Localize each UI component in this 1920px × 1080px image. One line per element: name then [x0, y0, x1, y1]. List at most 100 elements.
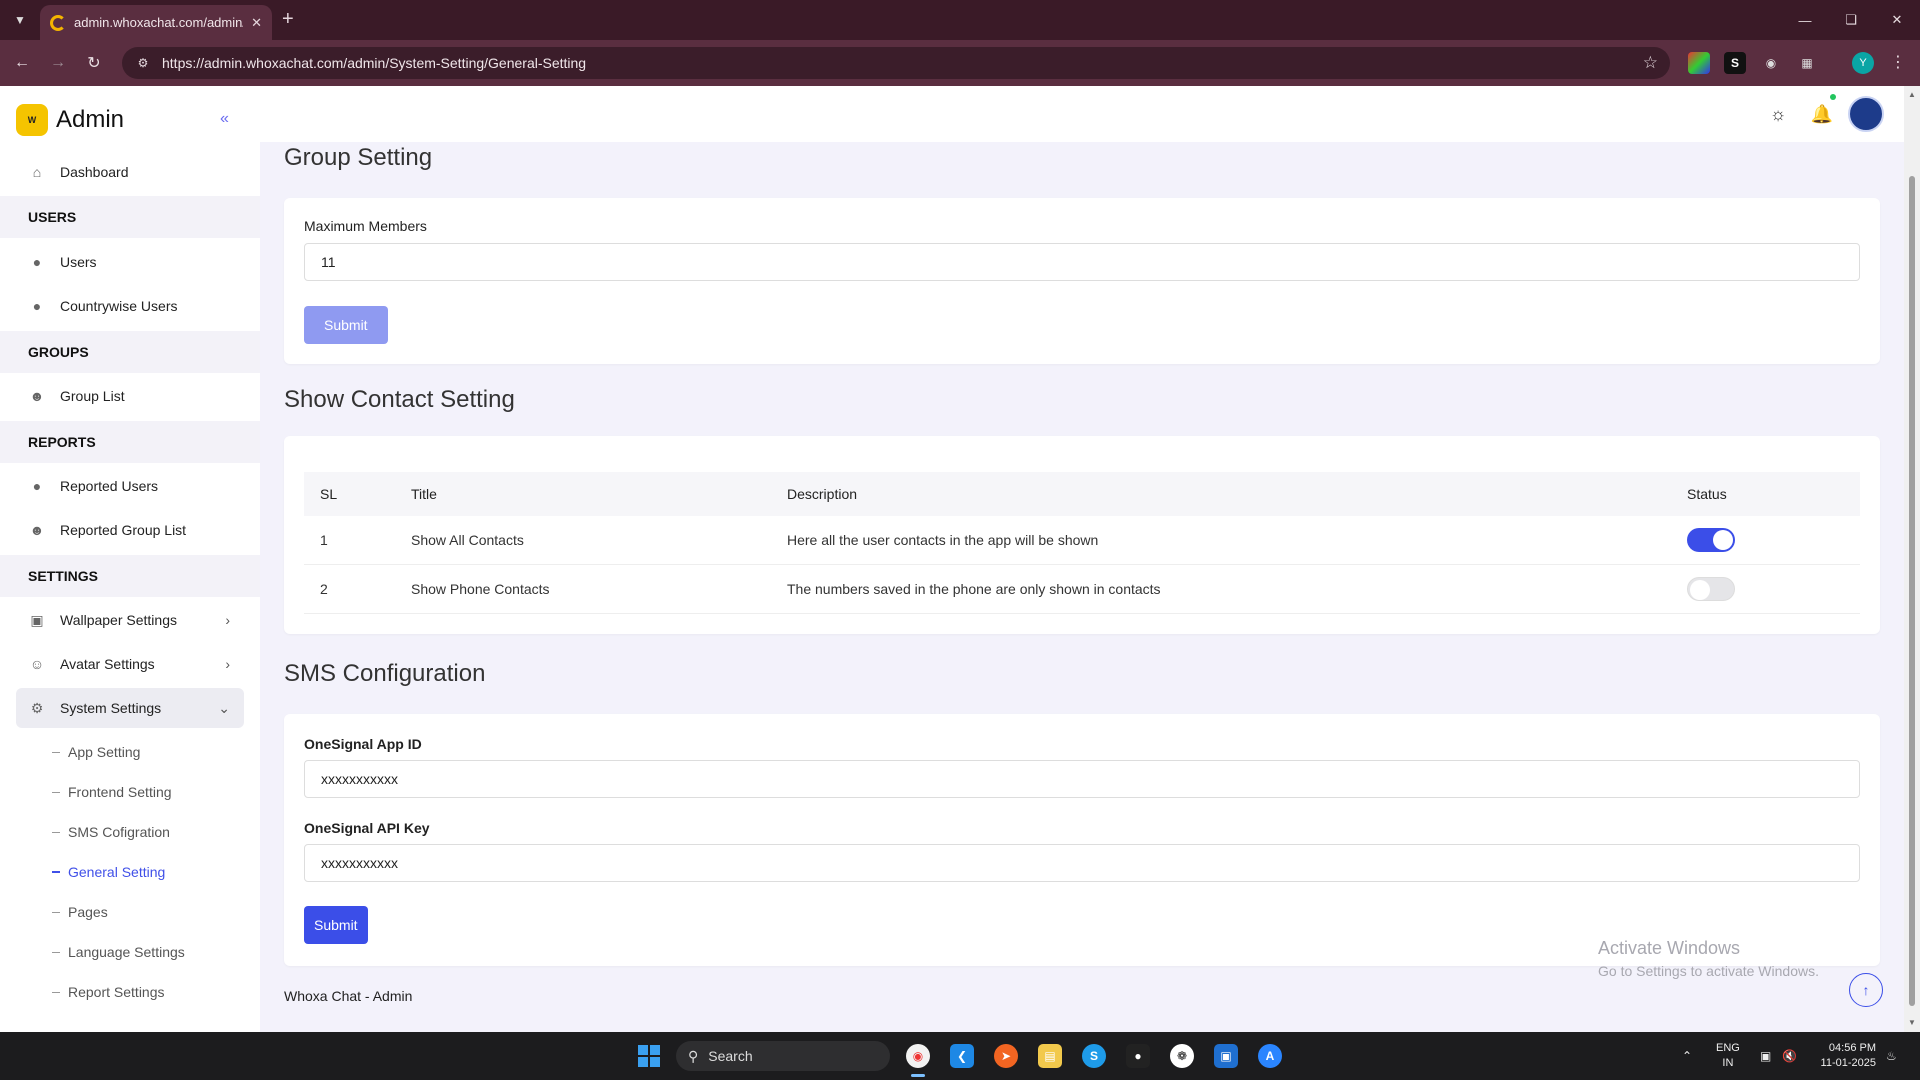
table-row: 1 Show All Contacts Here all the user co…	[304, 516, 1860, 565]
sidebar-item-label: Dashboard	[60, 164, 129, 180]
postman-app-icon[interactable]: ➤	[994, 1044, 1018, 1068]
sub-item-label: Report Settings	[68, 984, 165, 1000]
extension-glasses-icon[interactable]: ◉	[1760, 52, 1782, 74]
sub-item-frontend-setting[interactable]: Frontend Setting	[52, 780, 172, 804]
dash-icon	[52, 871, 60, 873]
admin-avatar[interactable]	[1848, 96, 1884, 132]
notifications-bell-icon[interactable]: ♨	[1886, 1032, 1897, 1080]
sidebar-item-users[interactable]: ● Users	[16, 242, 244, 282]
address-bar[interactable]: ⚙ https://admin.whoxachat.com/admin/Syst…	[122, 47, 1670, 79]
sub-item-label: Pages	[68, 904, 108, 920]
tray-overflow-chevron-icon[interactable]: ⌃	[1682, 1032, 1692, 1080]
back-arrow-icon[interactable]: ←	[10, 51, 34, 75]
wallpaper-icon: ▣	[30, 611, 44, 628]
restore-icon[interactable]: ❏	[1828, 0, 1874, 40]
sidebar-item-reported-users[interactable]: ● Reported Users	[16, 466, 244, 506]
extensions-puzzle-icon[interactable]: ▦	[1796, 52, 1818, 74]
forward-arrow-icon[interactable]: →	[46, 51, 70, 75]
tab-search-chevron-icon[interactable]: ▼	[8, 8, 32, 32]
window-controls: — ❏ ✕	[1782, 0, 1920, 40]
skype-app-icon[interactable]: S	[1082, 1044, 1106, 1068]
sidebar-item-countrywise-users[interactable]: ● Countrywise Users	[16, 286, 244, 326]
show-all-contacts-toggle[interactable]	[1687, 528, 1735, 552]
site-info-icon[interactable]: ⚙	[134, 54, 152, 72]
window-close-icon[interactable]: ✕	[1874, 0, 1920, 40]
volume-muted-icon[interactable]: 🔇	[1782, 1032, 1797, 1080]
minimize-icon[interactable]: —	[1782, 0, 1828, 40]
bookmark-star-icon[interactable]: ☆	[1643, 53, 1658, 73]
sidebar-item-dashboard[interactable]: ⌂ Dashboard	[16, 152, 244, 192]
show-phone-contacts-toggle[interactable]	[1687, 577, 1735, 601]
chevron-right-icon: ›	[225, 612, 230, 628]
windows-start-icon[interactable]	[638, 1045, 660, 1067]
tab-close-icon[interactable]: ✕	[251, 15, 262, 31]
page-scrollbar[interactable]: ▲ ▼	[1904, 86, 1920, 1032]
cell-description: The numbers saved in the phone are only …	[787, 581, 1161, 597]
scrollbar-thumb[interactable]	[1909, 176, 1915, 1006]
sidebar-item-wallpaper-settings[interactable]: ▣ Wallpaper Settings ›	[16, 600, 244, 640]
sub-item-sms-configuration[interactable]: SMS Cofigration	[52, 820, 170, 844]
profile-avatar[interactable]: Y	[1852, 52, 1874, 74]
sub-item-report-settings[interactable]: Report Settings	[52, 980, 165, 1004]
sidebar-item-label: Wallpaper Settings	[60, 612, 177, 628]
user-icon: ●	[32, 298, 42, 314]
cell-status	[1687, 577, 1860, 601]
sidebar-item-avatar-settings[interactable]: ☺ Avatar Settings ›	[16, 644, 244, 684]
group-icon: ☻	[29, 522, 45, 538]
chrome-app-icon[interactable]: ◉	[906, 1044, 930, 1068]
sub-item-language-settings[interactable]: Language Settings	[52, 940, 185, 964]
onesignal-api-key-input[interactable]: xxxxxxxxxxx	[304, 844, 1860, 882]
network-icon[interactable]: ▣	[1760, 1032, 1771, 1080]
browser-menu-icon[interactable]: ⋮	[1890, 52, 1906, 72]
extension-s-icon[interactable]: S	[1724, 52, 1746, 74]
system-clock[interactable]: 04:56 PM 11-01-2025	[1812, 1041, 1876, 1071]
theme-sun-icon[interactable]: ☼	[1762, 98, 1794, 130]
scroll-down-arrow-icon[interactable]: ▼	[1908, 1018, 1916, 1027]
chatgpt-app-icon[interactable]: ❁	[1170, 1044, 1194, 1068]
toggle-knob	[1690, 580, 1710, 600]
sidebar-item-group-list[interactable]: ☻ Group List	[16, 376, 244, 416]
sub-item-pages[interactable]: Pages	[52, 900, 108, 924]
sidebar-item-reported-group-list[interactable]: ☻ Reported Group List	[16, 510, 244, 550]
sub-item-app-setting[interactable]: App Setting	[52, 740, 140, 764]
new-tab-plus-icon[interactable]: +	[282, 9, 294, 29]
taskbar-search-label: Search	[708, 1048, 753, 1064]
sidebar-item-label: Avatar Settings	[60, 656, 155, 672]
browser-tab-active[interactable]: admin.whoxachat.com/admin/S ✕	[40, 5, 272, 40]
file-explorer-icon[interactable]: ▤	[1038, 1044, 1062, 1068]
onesignal-api-key-label: OneSignal API Key	[304, 820, 430, 836]
scroll-up-arrow-icon[interactable]: ▲	[1908, 90, 1916, 99]
maximum-members-input[interactable]: 11	[304, 243, 1860, 281]
whoxa-logo-icon: W	[16, 104, 48, 136]
sms-submit-button[interactable]: Submit	[304, 906, 368, 944]
region-code: IN	[1722, 1057, 1734, 1069]
sms-config-heading: SMS Configuration	[284, 660, 486, 687]
scroll-to-top-arrow-icon[interactable]: ↑	[1849, 973, 1883, 1007]
extension-color-icon[interactable]	[1688, 52, 1710, 74]
window-app-icon[interactable]: ▣	[1214, 1044, 1238, 1068]
vscode-app-icon[interactable]: ❮	[950, 1044, 974, 1068]
sidebar-item-system-settings[interactable]: ⚙ System Settings ⌄	[16, 688, 244, 728]
sub-item-general-setting[interactable]: General Setting	[52, 860, 165, 884]
chevron-right-icon: ›	[225, 656, 230, 672]
reload-icon[interactable]: ↻	[82, 51, 106, 75]
onesignal-app-id-input[interactable]: xxxxxxxxxxx	[304, 760, 1860, 798]
cell-status	[1687, 528, 1860, 552]
group-submit-button[interactable]: Submit	[304, 306, 388, 344]
cell-sl: 1	[320, 532, 328, 548]
brand[interactable]: W Admin	[16, 104, 124, 136]
admin-app: W Admin « ⌂ Dashboard USERS ● Users ● Co…	[0, 86, 1920, 1032]
bell-icon[interactable]: 🔔	[1806, 98, 1838, 130]
collapse-sidebar-icon[interactable]: «	[220, 110, 229, 128]
language-indicator[interactable]: ENG IN	[1716, 1041, 1740, 1071]
taskbar-search[interactable]: ⚲ Search	[676, 1041, 890, 1071]
dash-icon	[52, 751, 60, 753]
app-store-icon[interactable]: A	[1258, 1044, 1282, 1068]
group-setting-card: Maximum Members 11 Submit	[284, 198, 1880, 364]
figma-app-icon[interactable]: ●	[1126, 1044, 1150, 1068]
activate-windows-watermark: Activate Windows Go to Settings to activ…	[1598, 938, 1819, 979]
url-text[interactable]: https://admin.whoxachat.com/admin/System…	[162, 55, 586, 71]
language-code: ENG	[1716, 1042, 1740, 1054]
onesignal-app-id-label: OneSignal App ID	[304, 736, 422, 752]
brand-name: Admin	[56, 106, 125, 133]
